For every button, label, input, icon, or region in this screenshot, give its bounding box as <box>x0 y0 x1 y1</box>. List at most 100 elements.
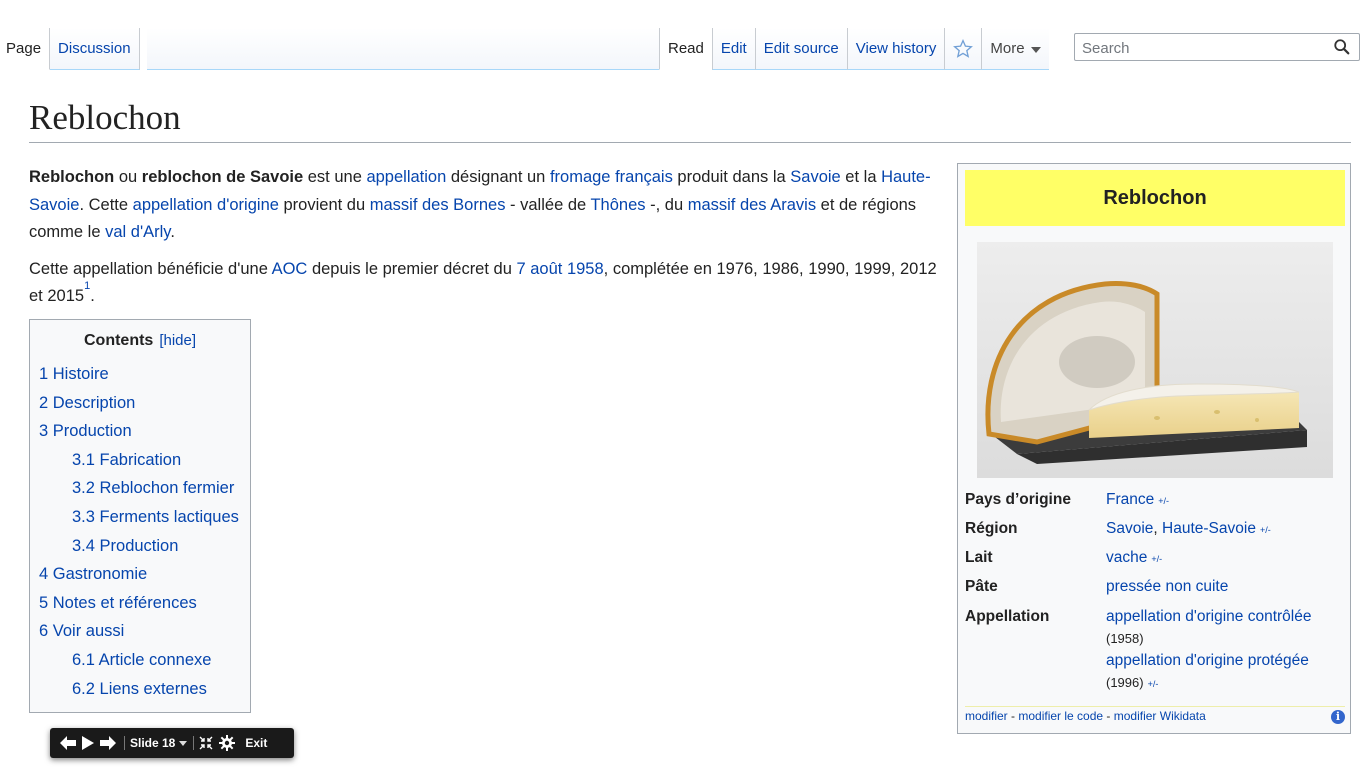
toc-link[interactable]: 6.1 Article connexe <box>72 651 211 669</box>
tab-page[interactable]: Page <box>0 28 51 70</box>
chevron-down-icon <box>179 740 188 746</box>
separator: - <box>1007 709 1019 723</box>
link-appellation-origine[interactable]: appellation d'origine <box>133 196 279 214</box>
toc-item[interactable]: 3.2 Reblochon fermier <box>39 474 241 503</box>
play-icon <box>82 736 94 750</box>
modifier-link[interactable]: modifier <box>965 709 1008 723</box>
search-input[interactable] <box>1080 35 1324 61</box>
modifier-code-link[interactable]: modifier le code <box>1018 709 1103 723</box>
link-massif-aravis[interactable]: massif des Aravis <box>688 196 816 214</box>
toc-item[interactable]: 2 Description <box>39 389 241 418</box>
tab-read[interactable]: Read <box>659 28 712 70</box>
bold-term: Reblochon <box>29 168 115 186</box>
link-france[interactable]: France <box>1106 491 1154 508</box>
intro-paragraph-1: Reblochon ou reblochon de Savoie est une… <box>29 164 944 247</box>
search-box <box>1074 33 1360 61</box>
toc-link[interactable]: 3.2 Reblochon fermier <box>72 479 234 497</box>
watch-star-button[interactable] <box>944 28 982 70</box>
toc-link[interactable]: 6.2 Liens externes <box>72 680 207 698</box>
link-savoie[interactable]: Savoie <box>1106 520 1153 537</box>
exit-button[interactable]: Exit <box>245 736 267 750</box>
slide-selector[interactable]: Slide 18 <box>130 736 188 750</box>
tab-edit-source[interactable]: Edit source <box>754 28 847 70</box>
toc-item[interactable]: 3.1 Fabrication <box>39 446 241 475</box>
text: . <box>170 223 175 241</box>
row-label: Région <box>965 520 1018 537</box>
toc-link[interactable]: 1 Histoire <box>39 365 109 383</box>
link-appellation[interactable]: appellation <box>366 168 446 186</box>
toc-item[interactable]: 3 Production <box>39 417 241 446</box>
link-savoie[interactable]: Savoie <box>790 168 840 186</box>
link-date-1958[interactable]: 7 août 1958 <box>516 260 603 278</box>
infobox-row-appellation: Appellation appellation d'origine contrô… <box>965 606 1345 695</box>
next-slide-button[interactable] <box>100 734 116 752</box>
toc-list: 1 Histoire 2 Description 3 Production 3.… <box>39 360 241 703</box>
toc-item[interactable]: 1 Histoire <box>39 360 241 389</box>
play-button[interactable] <box>82 734 94 752</box>
previous-slide-button[interactable] <box>60 734 76 752</box>
tab-edit[interactable]: Edit <box>711 28 755 70</box>
wikidata-edit-link[interactable]: +/- <box>1148 679 1159 689</box>
link-aoc[interactable]: AOC <box>272 260 308 278</box>
search-icon[interactable] <box>1333 38 1351 56</box>
reblochon-photo <box>977 242 1333 478</box>
tab-discussion[interactable]: Discussion <box>50 28 140 70</box>
slide-label: Slide 18 <box>130 736 176 750</box>
link-fromage-francais[interactable]: fromage français <box>550 168 673 186</box>
infobox-row-region: Région Savoie, Haute-Savoie +/- <box>965 520 1345 549</box>
toc-item[interactable]: 6.2 Liens externes <box>39 675 241 704</box>
link-thones[interactable]: Thônes <box>590 196 645 214</box>
toc-link[interactable]: 2 Description <box>39 394 135 412</box>
row-label: Appellation <box>965 608 1050 625</box>
wikidata-edit-link[interactable]: +/- <box>1260 525 1271 535</box>
toc-item[interactable]: 3.3 Ferments lactiques <box>39 503 241 532</box>
toc-item[interactable]: 4 Gastronomie <box>39 560 241 589</box>
link-haute-savoie[interactable]: Haute-Savoie <box>1162 520 1256 537</box>
toc-item[interactable]: 6 Voir aussi <box>39 617 241 646</box>
namespace-tabs: Page Discussion <box>0 28 140 70</box>
toc-item[interactable]: 5 Notes et références <box>39 589 241 618</box>
link-pressee-non-cuite[interactable]: pressée non cuite <box>1106 578 1228 595</box>
toc-link[interactable]: 3.4 Production <box>72 537 178 555</box>
link-massif-bornes[interactable]: massif des Bornes <box>370 196 506 214</box>
text: Cette appellation bénéficie d'une <box>29 259 272 278</box>
toc-link[interactable]: 3.1 Fabrication <box>72 451 181 469</box>
settings-button[interactable] <box>219 734 236 752</box>
modifier-wikidata-link[interactable]: modifier Wikidata <box>1114 709 1206 723</box>
info-icon[interactable]: i <box>1331 710 1345 724</box>
toc-link[interactable]: 3.3 Ferments lactiques <box>72 508 239 526</box>
link-vache[interactable]: vache <box>1106 549 1147 566</box>
reference-link[interactable]: 1 <box>84 280 90 292</box>
text: - vallée de <box>505 195 591 214</box>
toc-link[interactable]: 6 Voir aussi <box>39 622 124 640</box>
link-aop[interactable]: appellation d'origine protégée <box>1106 652 1309 669</box>
infobox-row-lait: Lait vache +/- <box>965 549 1345 578</box>
chevron-down-icon <box>1030 46 1041 53</box>
more-menu[interactable]: More <box>981 28 1049 70</box>
infobox-title: Reblochon <box>965 170 1345 226</box>
text: provient du <box>278 195 370 214</box>
infobox-rows: Pays d’origine France +/- Région Savoie, … <box>965 491 1345 695</box>
text: depuis le premier décret du <box>307 259 517 278</box>
toc-item[interactable]: 3.4 Production <box>39 532 241 561</box>
collapse-icon <box>199 736 213 750</box>
toc-link[interactable]: 3 Production <box>39 422 132 440</box>
view-tabs: Read Edit Edit source View history More <box>659 28 1049 70</box>
toc-link[interactable]: 4 Gastronomie <box>39 565 147 583</box>
collapse-button[interactable] <box>199 734 213 752</box>
divider <box>193 736 195 750</box>
text: ou <box>114 168 142 186</box>
arrow-right-icon <box>100 736 116 750</box>
wikidata-edit-link[interactable]: +/- <box>1151 554 1162 564</box>
toc-link[interactable]: 5 Notes et références <box>39 594 197 612</box>
toc-item[interactable]: 6.1 Article connexe <box>39 646 241 675</box>
cheese-image[interactable] <box>977 242 1333 478</box>
text: -, du <box>645 195 688 214</box>
row-value: Savoie, Haute-Savoie +/- <box>1106 520 1345 549</box>
link-val-arly[interactable]: val d'Arly <box>105 223 170 241</box>
tab-view-history[interactable]: View history <box>846 28 945 70</box>
wikidata-edit-link[interactable]: +/- <box>1158 496 1169 506</box>
toc-hide-toggle[interactable]: [hide] <box>159 332 196 349</box>
link-aoc[interactable]: appellation d'origine contrôlée <box>1106 608 1311 625</box>
gear-icon <box>219 735 236 751</box>
